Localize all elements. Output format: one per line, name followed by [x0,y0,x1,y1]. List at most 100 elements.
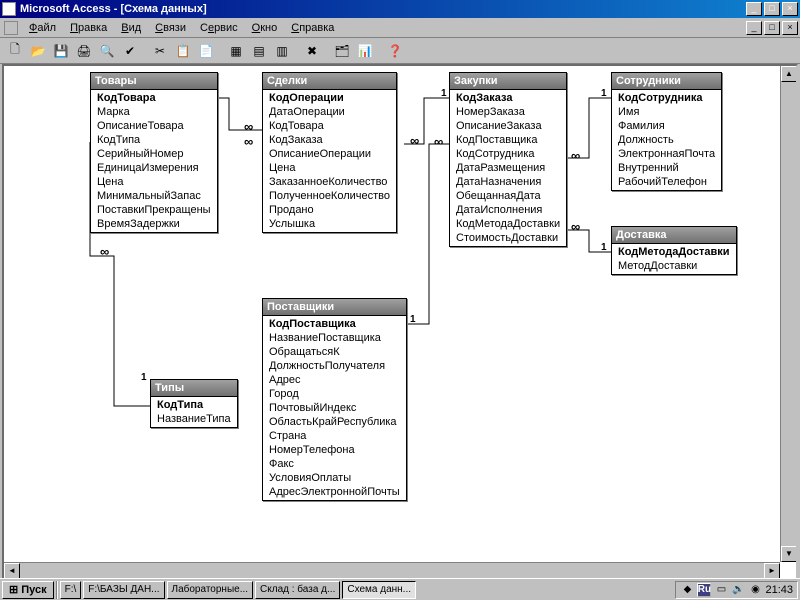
field[interactable]: АдресЭлектроннойПочты [263,485,406,499]
field[interactable]: ЕдиницаИзмерения [91,161,217,175]
field[interactable]: УсловияОплаты [263,471,406,485]
menu-file[interactable]: Файл [22,20,63,36]
table-sdelki[interactable]: СделкиКодОперацииДатаОперацииКодТовараКо… [262,72,397,233]
show-all-icon[interactable]: ▥ [271,40,293,62]
taskbar-item[interactable]: Схема данн... [342,581,416,599]
new-icon[interactable]: 🗋 [4,40,26,62]
field[interactable]: КодТовара [91,91,217,105]
field[interactable]: ЭлектроннаяПочта [612,147,721,161]
field[interactable]: КодСотрудника [450,147,566,161]
table-header[interactable]: Сделки [263,73,396,90]
field[interactable]: ОписаниеОперации [263,147,396,161]
field[interactable]: СтоимостьДоставки [450,231,566,245]
field[interactable]: ОбращатьсяК [263,345,406,359]
table-header[interactable]: Типы [151,380,237,397]
tray-icon[interactable]: ▭ [714,583,728,597]
vertical-scrollbar[interactable]: ▲ ▼ [780,66,796,562]
field[interactable]: Имя [612,105,721,119]
field[interactable]: МинимальныйЗапас [91,189,217,203]
tray-icon[interactable]: ◆ [680,583,694,597]
table-zakupki[interactable]: ЗакупкиКодЗаказаНомерЗаказаОписаниеЗаказ… [449,72,567,247]
maximize-button[interactable]: □ [764,2,780,16]
field[interactable]: КодМетодаДоставки [612,245,736,259]
field[interactable]: РабочийТелефон [612,175,721,189]
field[interactable]: Цена [263,161,396,175]
field[interactable]: НазваниеТипа [151,412,237,426]
menu-window[interactable]: Окно [245,20,285,36]
table-header[interactable]: Закупки [450,73,566,90]
menu-edit[interactable]: Правка [63,20,114,36]
table-tipy[interactable]: ТипыКодТипаНазваниеТипа [150,379,238,428]
scroll-left-icon[interactable]: ◄ [4,563,20,579]
field[interactable]: ОписаниеЗаказа [450,119,566,133]
field[interactable]: ДатаНазначения [450,175,566,189]
language-indicator[interactable]: Ru [697,583,711,597]
field[interactable]: ПолученноеКоличество [263,189,396,203]
field[interactable]: Фамилия [612,119,721,133]
field[interactable]: КодОперации [263,91,396,105]
help-icon[interactable]: ❓ [384,40,406,62]
database-window-icon[interactable]: 🗂 [331,40,353,62]
field[interactable]: ДолжностьПолучателя [263,359,406,373]
taskbar-item[interactable]: F:\ [60,581,82,599]
field[interactable]: ДатаИсполнения [450,203,566,217]
mdi-close-button[interactable]: × [782,21,798,35]
field[interactable]: Продано [263,203,396,217]
volume-icon[interactable]: 🔊 [731,583,745,597]
table-postavshiki[interactable]: ПоставщикиКодПоставщикаНазваниеПоставщик… [262,298,407,501]
menu-service[interactable]: Сервис [193,20,245,36]
table-sotrudniki[interactable]: СотрудникиКодСотрудникаИмяФамилияДолжнос… [611,72,722,191]
field[interactable]: Адрес [263,373,406,387]
field[interactable]: Город [263,387,406,401]
field[interactable]: КодТовара [263,119,396,133]
field[interactable]: КодПоставщика [450,133,566,147]
field[interactable]: КодЗаказа [450,91,566,105]
spellcheck-icon[interactable]: ✔ [119,40,141,62]
field[interactable]: СерийныйНомер [91,147,217,161]
mdi-minimize-button[interactable]: _ [746,21,762,35]
show-table-icon[interactable]: ▦ [225,40,247,62]
field[interactable]: Должность [612,133,721,147]
field[interactable]: ЗаказанноеКоличество [263,175,396,189]
close-button[interactable]: × [782,2,798,16]
table-tovary[interactable]: ТоварыКодТовараМаркаОписаниеТовараКодТип… [90,72,218,233]
taskbar-item[interactable]: Лабораторные... [167,581,254,599]
field[interactable]: ОписаниеТовара [91,119,217,133]
copy-icon[interactable]: 📋 [172,40,194,62]
table-header[interactable]: Доставка [612,227,736,244]
field[interactable]: Страна [263,429,406,443]
field[interactable]: НазваниеПоставщика [263,331,406,345]
field[interactable]: Факс [263,457,406,471]
print-icon[interactable]: 🖨 [73,40,95,62]
taskbar-item[interactable]: Склад : база д... [255,581,340,599]
scroll-up-icon[interactable]: ▲ [781,66,797,82]
field[interactable]: ДатаОперации [263,105,396,119]
tray-icon[interactable]: ◉ [748,583,762,597]
field[interactable]: ОбещаннаяДата [450,189,566,203]
field[interactable]: Внутренний [612,161,721,175]
field[interactable]: КодПоставщика [263,317,406,331]
scroll-right-icon[interactable]: ► [764,563,780,579]
menu-help[interactable]: Справка [284,20,341,36]
scroll-down-icon[interactable]: ▼ [781,546,797,562]
field[interactable]: КодЗаказа [263,133,396,147]
mdi-maximize-button[interactable]: □ [764,21,780,35]
taskbar-item[interactable]: F:\БАЗЫ ДАН... [83,581,164,599]
relationship-canvas[interactable]: 1 ∞ ∞ 1 ∞ 1 ∞ 1 ∞ 1 ∞ 1 ∞ ТоварыКодТовар… [2,64,798,580]
print-preview-icon[interactable]: 🔍 [96,40,118,62]
field[interactable]: НомерТелефона [263,443,406,457]
minimize-button[interactable]: _ [746,2,762,16]
field[interactable]: ПоставкиПрекращены [91,203,217,217]
field[interactable]: МетодДоставки [612,259,736,273]
field[interactable]: КодСотрудника [612,91,721,105]
field[interactable]: Цена [91,175,217,189]
new-object-icon[interactable]: 📊 [354,40,376,62]
table-header[interactable]: Поставщики [263,299,406,316]
field[interactable]: ОбластьКрайРеспублика [263,415,406,429]
save-icon[interactable]: 💾 [50,40,72,62]
field[interactable]: Услышка [263,217,396,231]
open-icon[interactable]: 📂 [27,40,49,62]
field[interactable]: ВремяЗадержки [91,217,217,231]
clock[interactable]: 21:43 [765,584,793,596]
field[interactable]: Марка [91,105,217,119]
